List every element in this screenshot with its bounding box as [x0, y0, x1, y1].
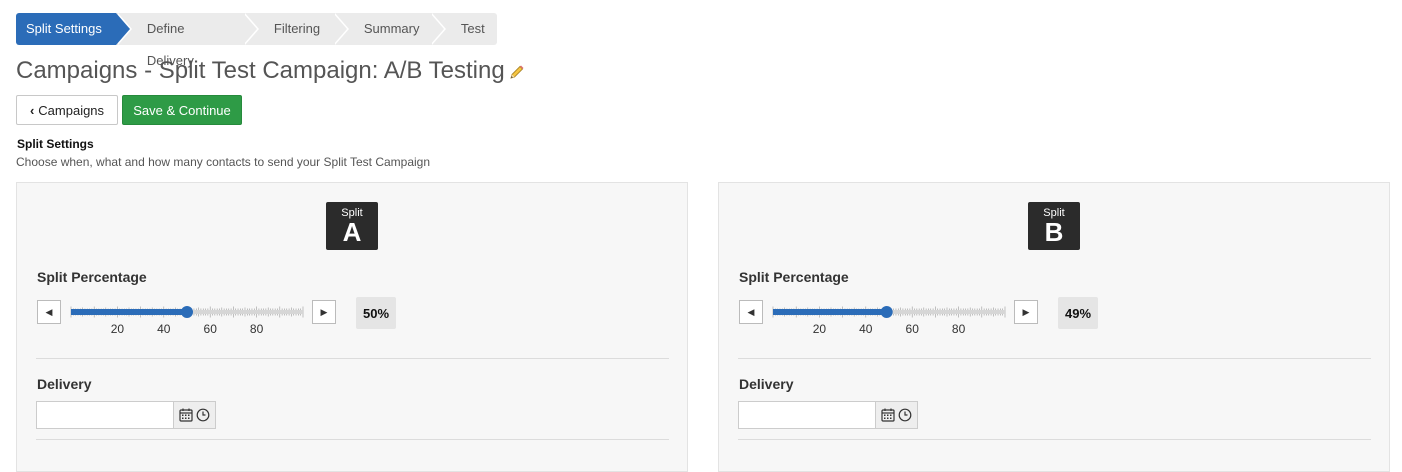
- slider-graphic: 20 40 60 80: [70, 306, 304, 336]
- wizard-steps: Split Settings Define Delivery Filtering…: [16, 13, 497, 68]
- save-continue-button[interactable]: Save & Continue: [122, 95, 242, 125]
- delivery-label: Delivery: [37, 376, 92, 392]
- split-percentage-slider[interactable]: 20 40 60 80: [772, 299, 1006, 339]
- split-percentage-slider[interactable]: 20 40 60 80: [70, 299, 304, 339]
- section-title: Split Settings: [17, 137, 94, 151]
- slider-fill: [773, 309, 887, 315]
- split-badge-letter: A: [342, 217, 362, 247]
- step-define-delivery[interactable]: Define Delivery: [115, 13, 259, 68]
- divider: [738, 439, 1371, 440]
- section-description: Choose when, what and how many contacts …: [16, 155, 431, 169]
- slider-graphic: 20 40 60 80: [772, 306, 1006, 336]
- slider-tick-label: 40: [859, 322, 873, 336]
- slider-tick-label: 80: [952, 322, 966, 336]
- step-split-settings[interactable]: Split Settings: [16, 13, 132, 45]
- split-a-panel: Split A Split Percentage ◀ 20 40 60 80 ▶ 50…: [16, 182, 688, 472]
- page-title-text: Campaigns - Split Test Campaign: A/B Tes…: [16, 57, 505, 84]
- datetime-picker-addon: [173, 401, 216, 429]
- split-b-panel: Split B Split Percentage ◀ 20 40 60 80 ▶ 49…: [718, 182, 1390, 472]
- slider-tick-label: 60: [906, 322, 920, 336]
- split-percentage-label: Split Percentage: [37, 269, 147, 285]
- datetime-picker-addon: [875, 401, 918, 429]
- divider: [36, 439, 669, 440]
- slider-tick-label: 60: [204, 322, 218, 336]
- split-badge-letter: B: [1044, 217, 1064, 247]
- divider: [738, 358, 1371, 359]
- caret-right-icon: ▶: [1022, 306, 1030, 317]
- slider-thumb[interactable]: [181, 306, 193, 318]
- slider-tick-label: 20: [813, 322, 827, 336]
- caret-left-icon: ◀: [747, 306, 755, 317]
- delivery-datetime-input[interactable]: [738, 401, 876, 429]
- slider-decrease-button[interactable]: ◀: [37, 300, 61, 324]
- split-percentage-value: 49%: [1058, 297, 1098, 329]
- page-title: Campaigns - Split Test Campaign: A/B Tes…: [16, 57, 525, 87]
- delivery-datetime-input[interactable]: [36, 401, 174, 429]
- caret-right-icon: ▶: [320, 306, 328, 317]
- divider: [36, 358, 669, 359]
- slider-increase-button[interactable]: ▶: [1014, 300, 1038, 324]
- slider-decrease-button[interactable]: ◀: [739, 300, 763, 324]
- back-button-label: Campaigns: [38, 102, 105, 118]
- slider-tick-label: 80: [250, 322, 264, 336]
- chevron-left-icon: ‹: [29, 102, 35, 118]
- clock-icon[interactable]: [898, 408, 912, 422]
- back-to-campaigns-button[interactable]: ‹ Campaigns: [16, 95, 118, 125]
- pencil-icon[interactable]: [509, 59, 525, 87]
- split-percentage-label: Split Percentage: [739, 269, 849, 285]
- slider-tick-label: 20: [111, 322, 125, 336]
- delivery-label: Delivery: [739, 376, 794, 392]
- slider-tick-label: 40: [157, 322, 171, 336]
- clock-icon[interactable]: [196, 408, 210, 422]
- caret-left-icon: ◀: [45, 306, 53, 317]
- slider-fill: [71, 309, 187, 315]
- split-b-badge: Split B: [1028, 202, 1080, 250]
- slider-thumb[interactable]: [880, 306, 893, 318]
- calendar-icon[interactable]: [881, 408, 895, 422]
- calendar-icon[interactable]: [179, 408, 193, 422]
- slider-increase-button[interactable]: ▶: [312, 300, 336, 324]
- split-percentage-value: 50%: [356, 297, 396, 329]
- split-a-badge: Split A: [326, 202, 378, 250]
